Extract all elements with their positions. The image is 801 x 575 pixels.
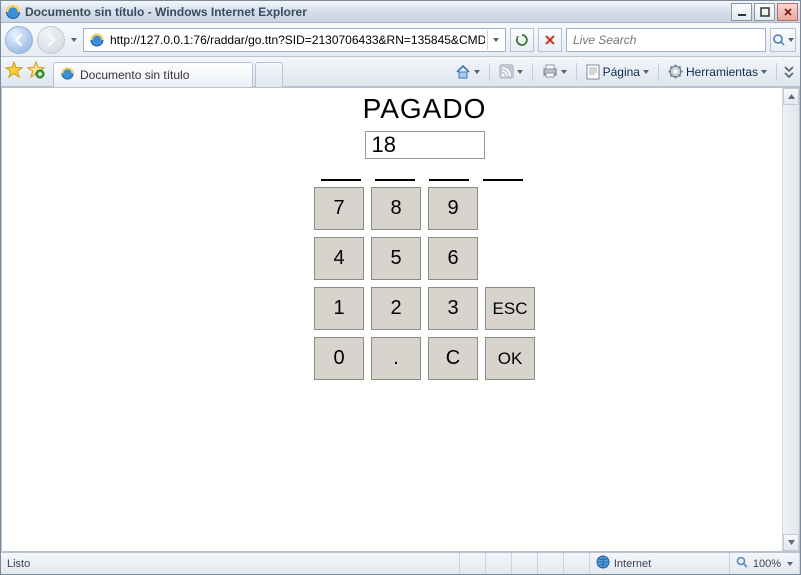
status-seg [512,553,538,574]
forward-button[interactable] [37,26,65,54]
feeds-button[interactable] [495,60,527,84]
zoom-label: 100% [753,558,781,570]
tools-menu-label: Herramientas [686,65,758,79]
back-button[interactable] [5,26,33,54]
browser-window: Documento sin título - Windows Internet … [0,0,801,575]
ie-logo-icon [5,4,21,20]
digit-slot [375,179,415,181]
status-ready: Listo [1,553,460,574]
tools-menu[interactable]: Herramientas [664,60,771,84]
key-esc[interactable]: ESC [485,287,535,330]
key-blank [485,237,535,280]
window-buttons [729,3,798,21]
key-9[interactable]: 9 [428,187,478,230]
key-dot[interactable]: . [371,337,421,380]
cmd-chevrons[interactable] [782,60,796,84]
address-input[interactable] [108,32,487,48]
new-tab-button[interactable] [255,62,283,87]
status-seg [460,553,486,574]
paid-value: 18 [372,132,396,158]
paid-title: PAGADO [177,93,672,125]
scroll-up-button[interactable] [783,88,799,105]
security-zone-label: Internet [614,558,651,570]
page-menu-label: Página [603,65,640,79]
key-5[interactable]: 5 [371,237,421,280]
search-input[interactable] [571,32,761,48]
key-7[interactable]: 7 [314,187,364,230]
page-viewport: PAGADO 18 7 8 9 4 5 6 [2,88,782,551]
tab-current[interactable]: Documento sin título [53,62,253,87]
search-box[interactable] [566,28,766,52]
minimize-button[interactable] [731,3,752,21]
key-3[interactable]: 3 [428,287,478,330]
nav-bar [1,23,800,57]
vertical-scrollbar[interactable] [782,88,799,551]
digit-slots [315,179,535,181]
close-button[interactable] [777,3,798,21]
key-ok[interactable]: OK [485,337,535,380]
status-seg [564,553,590,574]
zoom-control[interactable]: 100% [730,553,800,574]
title-bar: Documento sin título - Windows Internet … [1,1,800,23]
page-menu[interactable]: Página [582,60,653,84]
key-8[interactable]: 8 [371,187,421,230]
keypad-card: PAGADO 18 7 8 9 4 5 6 [177,88,672,380]
key-2[interactable]: 2 [371,287,421,330]
security-zone[interactable]: Internet [590,553,730,574]
favorites-star-icon[interactable] [5,61,23,82]
key-blank [485,187,535,230]
scroll-track[interactable] [783,105,799,534]
status-seg [538,553,564,574]
key-0[interactable]: 0 [314,337,364,380]
key-4[interactable]: 4 [314,237,364,280]
digit-slot [483,179,523,181]
key-c[interactable]: C [428,337,478,380]
status-bar: Listo Internet 100% [1,552,800,574]
status-ready-label: Listo [7,558,30,570]
key-6[interactable]: 6 [428,237,478,280]
digit-slot [429,179,469,181]
content-area: PAGADO 18 7 8 9 4 5 6 [1,87,800,552]
maximize-button[interactable] [754,3,775,21]
tab-label: Documento sin título [80,68,189,82]
status-segments [460,553,590,574]
address-dropdown[interactable] [487,30,503,50]
paid-display[interactable]: 18 [365,131,485,159]
print-button[interactable] [538,60,571,84]
command-bar: Documento sin título Página [1,57,800,87]
nav-history-dropdown[interactable] [69,26,79,54]
add-favorite-icon[interactable] [27,61,45,82]
globe-icon [596,555,610,572]
stop-button[interactable] [538,28,562,52]
scroll-down-button[interactable] [783,534,799,551]
keypad: 7 8 9 4 5 6 1 2 3 ESC 0 . C OK [310,187,540,380]
home-button[interactable] [451,60,484,84]
address-bar[interactable] [83,28,506,52]
refresh-button[interactable] [510,28,534,52]
tab-page-icon [60,66,75,84]
key-1[interactable]: 1 [314,287,364,330]
page-icon [89,32,105,48]
search-button[interactable] [770,28,796,52]
status-seg [486,553,512,574]
window-title: Documento sin título - Windows Internet … [25,5,729,19]
digit-slot [321,179,361,181]
zoom-icon [736,556,749,572]
